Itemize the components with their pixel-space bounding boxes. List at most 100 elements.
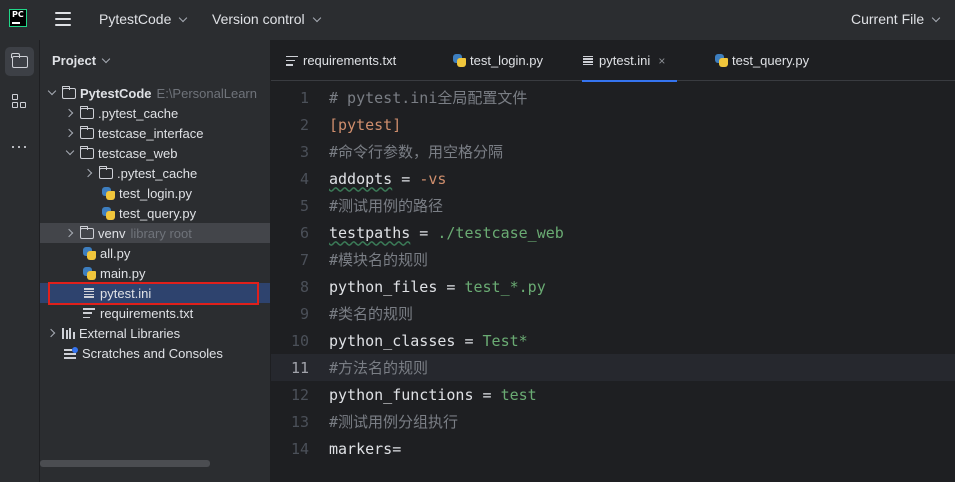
tree-item-pytest-ini[interactable]: pytest.ini	[40, 283, 270, 303]
vcs-label: Version control	[212, 11, 305, 27]
tree-item-label: External Libraries	[79, 325, 181, 341]
code-line: 3 #命令行参数，用空格分隔	[271, 138, 955, 165]
comment-text: #类名的规则	[329, 305, 414, 323]
tree-item-label: pytest.ini	[100, 285, 152, 301]
tab-requirements-txt[interactable]: requirements.txt	[286, 40, 396, 81]
project-panel-title: Project	[52, 53, 97, 68]
tree-item-hint: library root	[130, 225, 192, 241]
tree-item-main-py[interactable]: main.py	[40, 263, 270, 283]
tab-pytest-ini[interactable]: pytest.ini ×	[582, 40, 678, 82]
code-editor[interactable]: 1 # pytest.ini全局配置文件 2 [pytest] 3 #命令行参数…	[271, 82, 955, 482]
tree-item-requirements[interactable]: requirements.txt	[40, 303, 270, 323]
title-bar: PC PytestCode Version control Current Fi…	[0, 0, 955, 40]
config-key: python_files	[329, 277, 438, 296]
config-value: -vs	[419, 169, 447, 188]
structure-tool-button[interactable]	[5, 87, 34, 116]
chevron-right-icon[interactable]	[64, 107, 76, 119]
tree-item-pytest-cache[interactable]: .pytest_cache	[40, 103, 270, 123]
line-number: 3	[299, 142, 309, 161]
horizontal-scrollbar[interactable]	[40, 460, 210, 467]
python-file-icon	[83, 266, 96, 280]
tree-item-testcase-interface[interactable]: testcase_interface	[40, 123, 270, 143]
project-tool-button[interactable]	[5, 47, 34, 76]
line-number: 13	[290, 412, 309, 431]
line-number: 7	[299, 250, 309, 269]
tree-item-label: main.py	[100, 265, 146, 281]
project-switcher[interactable]: PytestCode	[99, 11, 188, 27]
python-file-icon	[715, 54, 728, 67]
chevron-right-icon[interactable]	[64, 127, 76, 139]
tree-item-project-root[interactable]: PytestCode E:\PersonalLearn	[40, 83, 270, 103]
pycharm-logo-icon[interactable]: PC	[9, 9, 27, 27]
tree-item-web-pytest-cache[interactable]: .pytest_cache	[40, 163, 270, 183]
chevron-right-icon[interactable]	[83, 167, 95, 179]
chevron-down-icon	[101, 54, 111, 64]
chevron-down-icon	[179, 13, 188, 22]
config-operator: =	[437, 277, 465, 296]
folder-icon	[98, 165, 113, 179]
chevron-down-icon[interactable]	[64, 147, 76, 159]
tree-item-label: testcase_interface	[98, 125, 204, 141]
comment-text: #测试用例的路径	[329, 197, 444, 215]
python-file-icon	[102, 206, 115, 220]
code-line: 1 # pytest.ini全局配置文件	[271, 84, 955, 111]
app-logo-text: PC	[12, 10, 24, 19]
line-number: 2	[299, 115, 309, 134]
comment-text: #命令行参数，用空格分隔	[329, 143, 504, 161]
config-operator: =	[473, 385, 501, 404]
project-panel: Project PytestCode E:\PersonalLearn .pyt…	[40, 40, 271, 482]
line-number: 8	[299, 277, 309, 296]
config-value: test	[500, 385, 537, 404]
more-tools-button[interactable]: ...	[5, 127, 34, 156]
line-number: 1	[299, 88, 309, 107]
config-value: ./testcase_web	[437, 223, 564, 242]
code-line-current: 11 #方法名的规则	[271, 354, 955, 381]
scratches-icon	[64, 347, 78, 359]
library-icon	[62, 327, 75, 339]
tree-item-label: requirements.txt	[100, 305, 194, 321]
code-line: 14 markers=	[271, 435, 955, 462]
tree-item-all-py[interactable]: all.py	[40, 243, 270, 263]
tree-item-test-login[interactable]: test_login.py	[40, 183, 270, 203]
python-file-icon	[453, 54, 466, 67]
run-config-label: Current File	[851, 11, 925, 27]
more-icon: ...	[10, 131, 29, 152]
code-line: 12 python_functions = test	[271, 381, 955, 408]
code-line: 13 #测试用例分组执行	[271, 408, 955, 435]
tree-item-label: PytestCode	[80, 85, 152, 101]
code-line: 6 testpaths = ./testcase_web	[271, 219, 955, 246]
tree-item-path: E:\PersonalLearn	[156, 85, 257, 101]
line-number: 10	[290, 331, 309, 350]
tree-item-testcase-web[interactable]: testcase_web	[40, 143, 270, 163]
version-control-menu[interactable]: Version control	[212, 11, 321, 27]
structure-icon	[12, 94, 27, 109]
project-name: PytestCode	[99, 11, 172, 27]
comment-text: # pytest.ini全局配置文件	[329, 89, 528, 107]
line-number: 6	[299, 223, 309, 242]
tree-item-label: .pytest_cache	[117, 165, 198, 181]
hamburger-menu-icon[interactable]	[55, 12, 71, 26]
chevron-right-icon[interactable]	[64, 227, 76, 239]
tree-item-test-query[interactable]: test_query.py	[40, 203, 270, 223]
comment-text: #测试用例分组执行	[329, 413, 459, 431]
line-number: 5	[299, 196, 309, 215]
tab-label: test_login.py	[470, 53, 543, 68]
tab-label: pytest.ini	[599, 53, 651, 68]
tab-test-query-py[interactable]: test_query.py	[715, 40, 809, 81]
ini-file-icon	[83, 287, 95, 299]
line-number: 12	[290, 385, 309, 404]
code-line: 9 #类名的规则	[271, 300, 955, 327]
chevron-down-icon	[931, 13, 941, 22]
close-icon[interactable]: ×	[658, 54, 665, 68]
project-panel-header[interactable]: Project	[52, 53, 111, 68]
chevron-down-icon[interactable]	[46, 87, 58, 99]
code-line: 4 addopts = -vs	[271, 165, 955, 192]
chevron-right-icon[interactable]	[46, 327, 58, 339]
run-configuration-selector[interactable]: Current File	[851, 11, 941, 27]
tree-item-scratches[interactable]: Scratches and Consoles	[40, 343, 270, 363]
tree-item-external-libraries[interactable]: External Libraries	[40, 323, 270, 343]
tree-item-label: testcase_web	[98, 145, 178, 161]
config-operator: =	[392, 169, 420, 188]
tree-item-venv[interactable]: venv library root	[40, 223, 270, 243]
tab-test-login-py[interactable]: test_login.py	[453, 40, 543, 81]
